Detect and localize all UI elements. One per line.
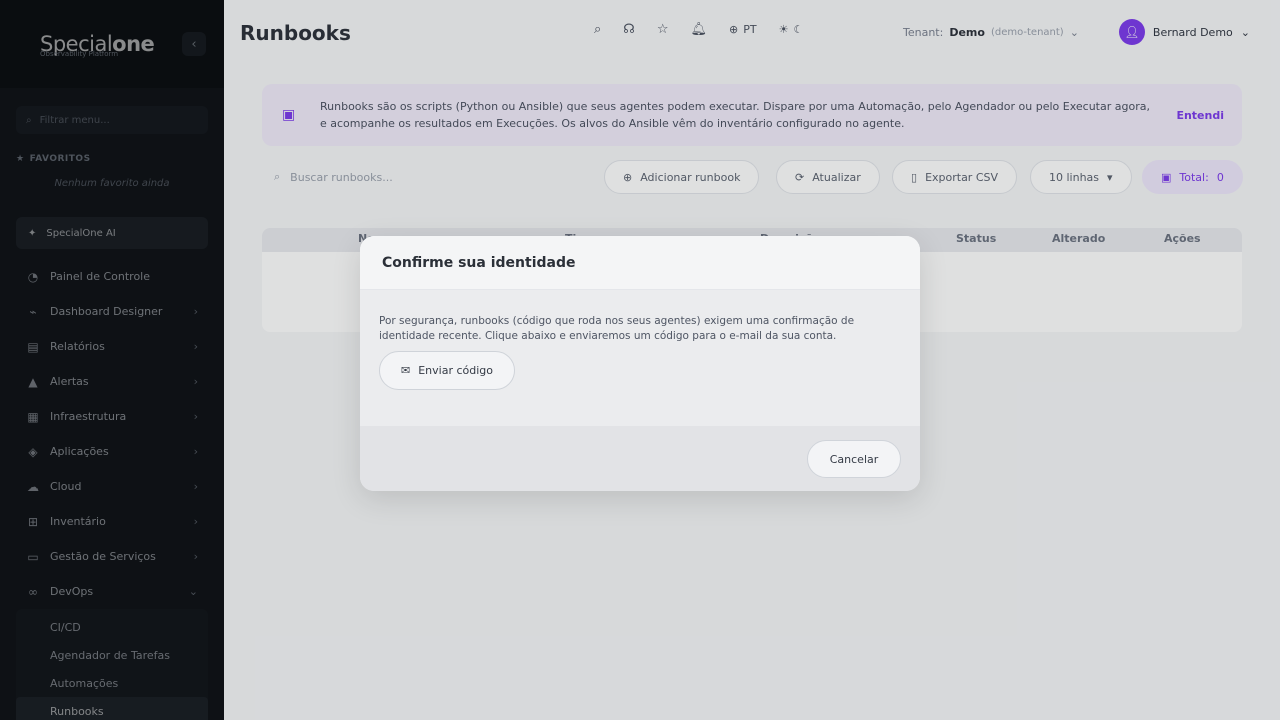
send-code-label: Enviar código bbox=[418, 364, 493, 377]
modal-title: Confirme sua identidade bbox=[360, 236, 920, 290]
envelope-icon: ✉ bbox=[401, 364, 411, 377]
cancel-button[interactable]: Cancelar bbox=[807, 440, 901, 478]
modal-footer: Cancelar bbox=[360, 426, 920, 491]
identity-confirmation-modal: Confirme sua identidade Por segurança, r… bbox=[360, 236, 920, 491]
send-code-button[interactable]: ✉ Enviar código bbox=[379, 351, 515, 390]
sidebar-shade bbox=[0, 0, 224, 720]
modal-body: Por segurança, runbooks (código que roda… bbox=[360, 290, 920, 426]
modal-message: Por segurança, runbooks (código que roda… bbox=[379, 315, 855, 342]
